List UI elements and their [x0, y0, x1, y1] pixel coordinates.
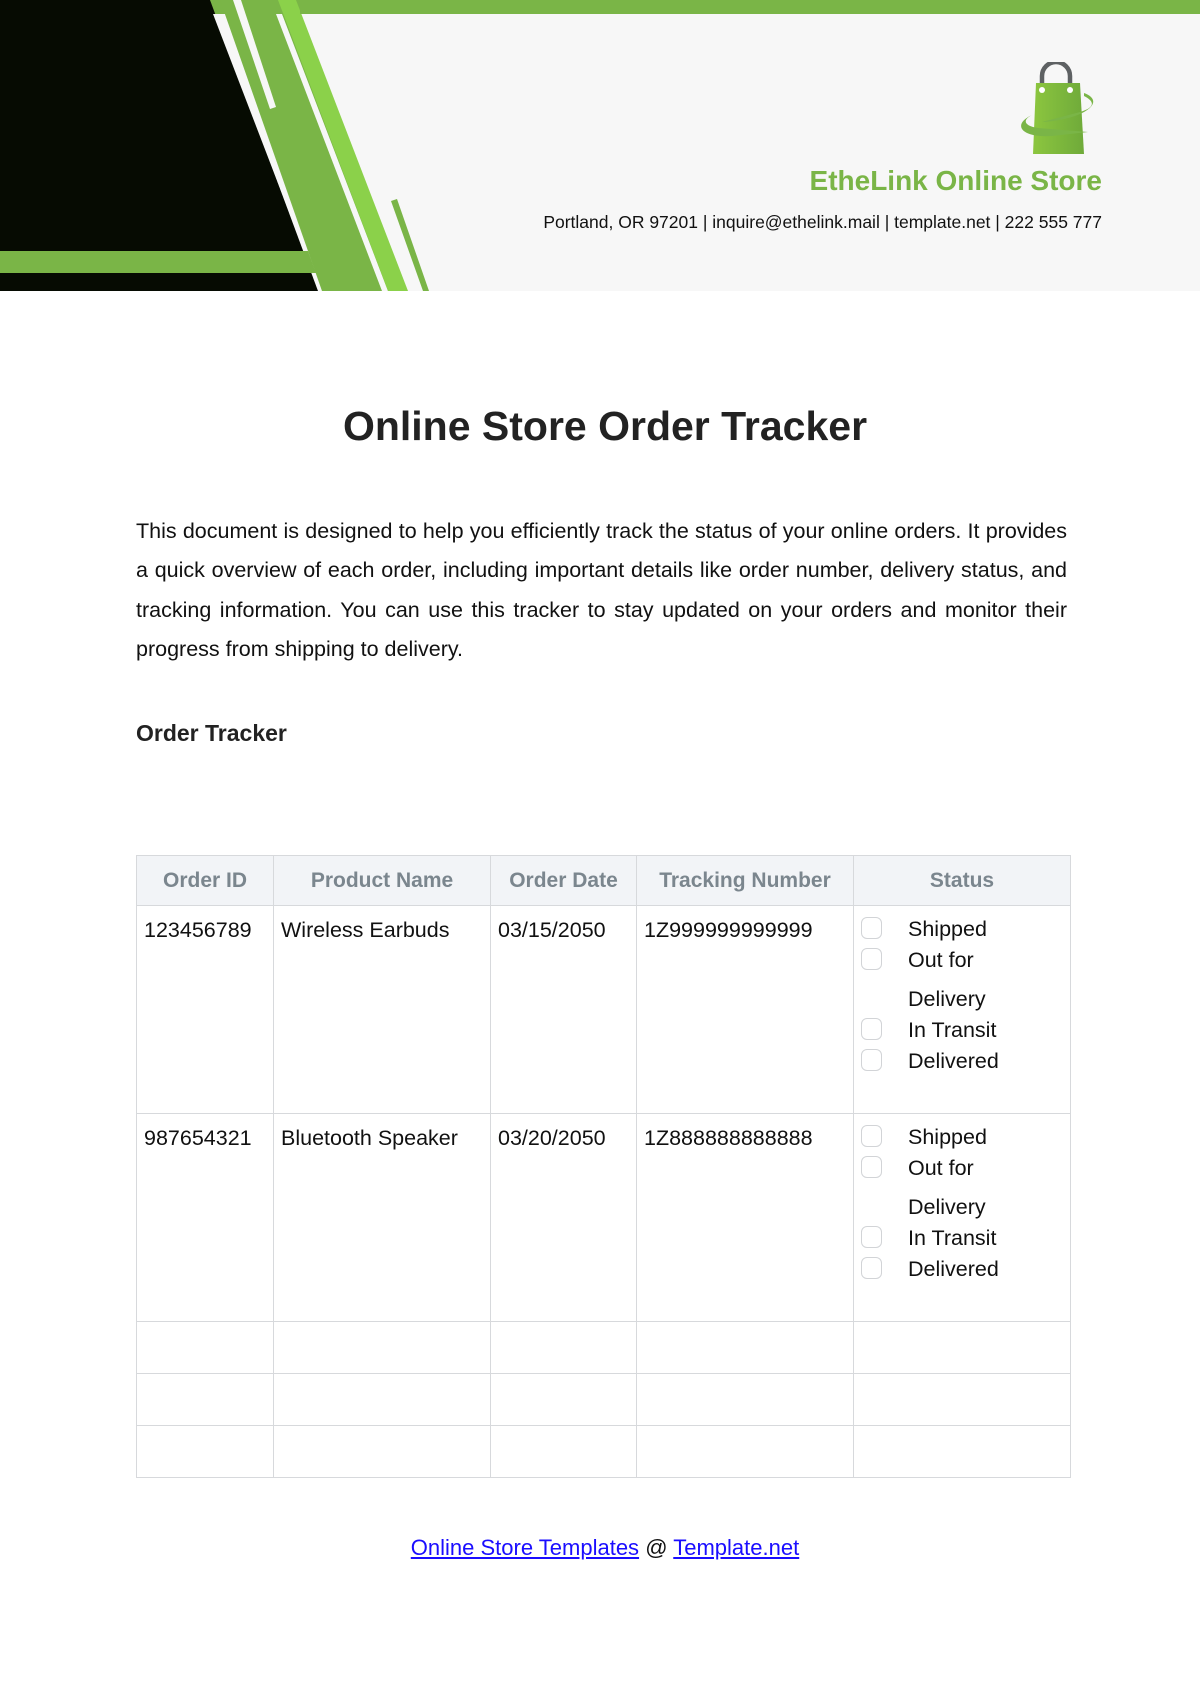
header-decoration [0, 0, 440, 291]
contact-info: Portland, OR 97201 | inquire@ethelink.ma… [543, 212, 1102, 232]
intro-paragraph: This document is designed to help you ef… [136, 519, 1067, 661]
checkbox[interactable] [861, 948, 882, 970]
order-id-cell: 987654321 [136, 1113, 274, 1322]
top-accent-bar [300, 0, 1200, 14]
empty-cell[interactable] [490, 1321, 637, 1374]
empty-cell[interactable] [136, 1373, 274, 1426]
empty-table-row [136, 1373, 1071, 1426]
empty-cell[interactable] [853, 1373, 1071, 1426]
status-option-delivered[interactable]: Delivered [861, 1257, 1063, 1289]
table-row: 987654321 Bluetooth Speaker 03/20/2050 1… [136, 1113, 1071, 1322]
order-date-cell: 03/20/2050 [490, 1113, 637, 1322]
template-net-link[interactable]: Template.net [673, 1535, 799, 1560]
product-name-cell: Wireless Earbuds [273, 905, 491, 1114]
order-tracker-table: Order ID Product Name Order Date Trackin… [136, 855, 1071, 1478]
status-options: Shipped Out for Delivery In Transit Deli… [861, 917, 1063, 1081]
column-header-tracking-number: Tracking Number [636, 855, 854, 906]
checkbox[interactable] [861, 1049, 882, 1071]
horizontal-green-bar [0, 251, 316, 273]
column-header-status: Status [853, 855, 1071, 906]
status-label: Delivered [908, 1257, 999, 1281]
column-header-order-id: Order ID [136, 855, 274, 906]
empty-table-row [136, 1425, 1071, 1478]
status-option-out-for-delivery[interactable]: Out for Delivery [861, 948, 1063, 1019]
shopping-bag-icon [1021, 62, 1094, 154]
page-title: Online Store Order Tracker [342, 403, 868, 449]
status-option-out-for-delivery[interactable]: Out for Delivery [861, 1156, 1063, 1227]
letterhead: EtheLink Online Store Portland, OR 97201… [0, 0, 1200, 291]
empty-cell[interactable] [490, 1373, 637, 1426]
status-label: Delivered [908, 1049, 999, 1073]
status-label: Out for Delivery [908, 1156, 986, 1219]
store-name: EtheLink Online Store [809, 165, 1102, 196]
product-name-cell: Bluetooth Speaker [273, 1113, 491, 1322]
empty-cell[interactable] [273, 1321, 491, 1374]
status-option-delivered[interactable]: Delivered [861, 1049, 1063, 1081]
section-heading: Order Tracker [136, 720, 287, 746]
checkbox[interactable] [861, 1257, 882, 1279]
footer: Online Store Templates @ Template.net [0, 1535, 1200, 1561]
empty-cell[interactable] [636, 1373, 854, 1426]
status-cell: Shipped Out for Delivery In Transit Deli… [853, 905, 1071, 1114]
empty-cell[interactable] [273, 1373, 491, 1426]
order-id-cell: 123456789 [136, 905, 274, 1114]
checkbox[interactable] [861, 917, 882, 939]
status-cell: Shipped Out for Delivery In Transit Deli… [853, 1113, 1071, 1322]
empty-cell[interactable] [853, 1321, 1071, 1374]
status-label: Out for Delivery [908, 948, 986, 1011]
table-row: 123456789 Wireless Earbuds 03/15/2050 1Z… [136, 905, 1071, 1114]
column-header-product-name: Product Name [273, 855, 491, 906]
checkbox[interactable] [861, 1226, 882, 1248]
checkbox[interactable] [861, 1156, 882, 1178]
empty-cell[interactable] [636, 1425, 854, 1478]
empty-cell[interactable] [853, 1425, 1071, 1478]
status-options: Shipped Out for Delivery In Transit Deli… [861, 1125, 1063, 1289]
table-header-row: Order ID Product Name Order Date Trackin… [136, 855, 1071, 906]
empty-cell[interactable] [636, 1321, 854, 1374]
empty-table-row [136, 1321, 1071, 1374]
column-header-order-date: Order Date [490, 855, 637, 906]
order-date-cell: 03/15/2050 [490, 905, 637, 1114]
checkbox[interactable] [861, 1125, 882, 1147]
online-store-templates-link[interactable]: Online Store Templates [411, 1535, 639, 1560]
empty-cell[interactable] [136, 1321, 274, 1374]
empty-cell[interactable] [136, 1425, 274, 1478]
empty-cell[interactable] [490, 1425, 637, 1478]
tracking-number-cell: 1Z888888888888 [636, 1113, 854, 1322]
tracking-number-cell: 1Z999999999999 [636, 905, 854, 1114]
checkbox[interactable] [861, 1018, 882, 1040]
empty-cell[interactable] [273, 1425, 491, 1478]
footer-separator: @ [645, 1535, 668, 1560]
